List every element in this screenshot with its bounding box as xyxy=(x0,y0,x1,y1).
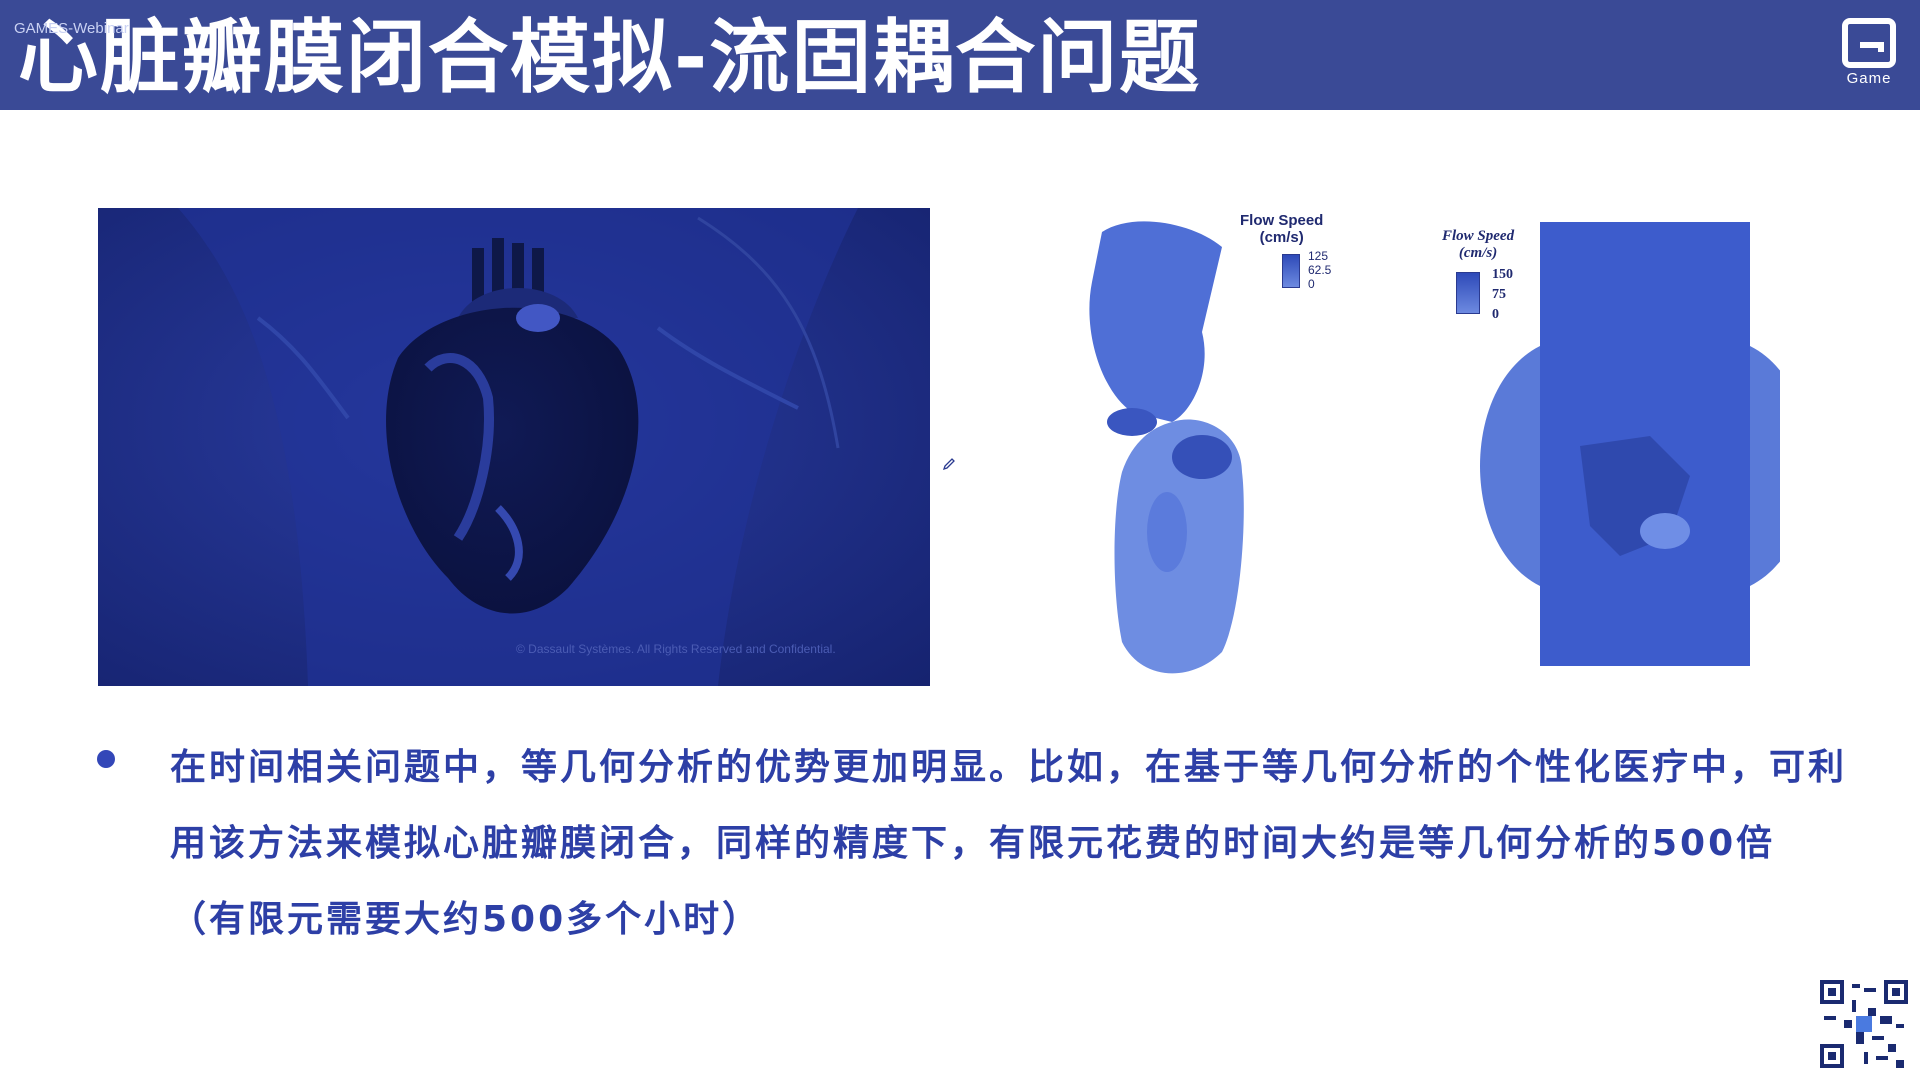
valve-flow-simulation-right xyxy=(1480,222,1810,666)
simulation-right-image xyxy=(1440,216,1810,676)
qr-code-image[interactable] xyxy=(1816,976,1912,1072)
legend-value-max: 150 xyxy=(1492,267,1513,282)
valve-flow-simulation-left xyxy=(1089,221,1244,674)
legend-value-min: 0 xyxy=(1492,307,1499,322)
bullet-paragraph: 在时间相关问题中，等几何分析的优势更加明显。比如，在基于等几何分析的个性化医疗中… xyxy=(170,747,1848,940)
legend-title-line1: Flow Speed xyxy=(1240,212,1324,229)
pen-cursor-icon xyxy=(942,456,956,475)
legend-title-line2: (cm/s) xyxy=(1458,245,1498,261)
heart-video-frame[interactable]: © Dassault Systèmes. All Rights Reserved… xyxy=(98,208,930,686)
legend-color-bar xyxy=(1456,272,1480,314)
slide-title: 心脏瓣膜闭合模拟-流固耦合问题 xyxy=(18,11,1202,104)
heart-illustration xyxy=(98,208,930,686)
header-bar: 心脏瓣膜闭合模拟-流固耦合问题 GAMES-Webinar Game xyxy=(0,0,1920,110)
legend-value-max: 125 xyxy=(1308,249,1329,263)
flow-speed-legend-left: Flow Speed (cm/s) 125 62.5 0 xyxy=(1240,212,1331,291)
legend-value-min: 0 xyxy=(1308,277,1315,291)
games-logo: Game xyxy=(1834,18,1904,92)
webinar-watermark: GAMES-Webinar xyxy=(14,20,129,37)
legend-title-line1: Flow Speed xyxy=(1442,228,1515,244)
legend-value-mid: 75 xyxy=(1492,287,1506,302)
logo-mark-icon xyxy=(1842,18,1896,68)
flow-speed-legend-right: Flow Speed (cm/s) 150 75 0 xyxy=(1442,228,1515,322)
simulation-left-image xyxy=(1072,212,1272,682)
video-copyright-text: © Dassault Systèmes. All Rights Reserved… xyxy=(516,642,836,656)
legend-title-line2: (cm/s) xyxy=(1259,229,1304,246)
bullet-dot-icon xyxy=(97,750,115,768)
legend-value-mid: 62.5 xyxy=(1308,263,1332,277)
logo-text: Game xyxy=(1846,70,1892,87)
legend-color-bar xyxy=(1282,254,1300,288)
